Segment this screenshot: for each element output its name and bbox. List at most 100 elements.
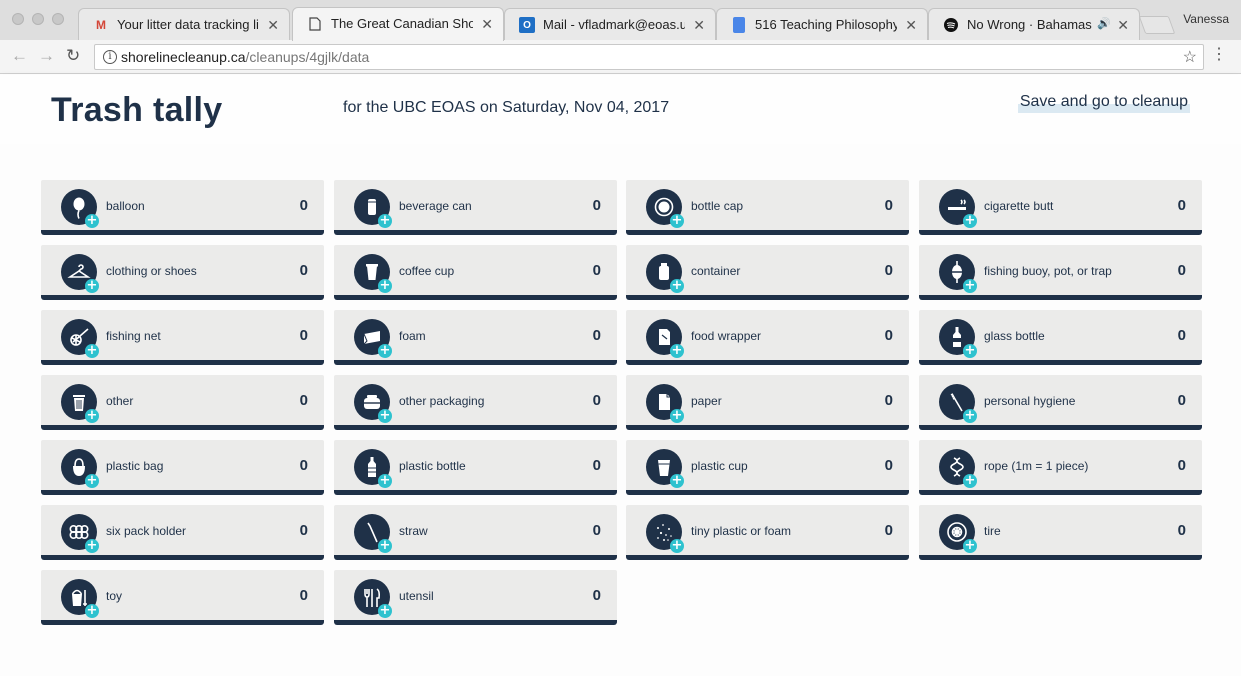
bookmark-star-icon[interactable]: ☆ (1183, 47, 1197, 67)
item-label: plastic bag (106, 459, 164, 473)
spotify-icon (943, 17, 959, 33)
item-card[interactable]: + food wrapper 0 (626, 310, 909, 365)
add-plus-icon[interactable]: + (963, 474, 977, 488)
add-plus-icon[interactable]: + (85, 214, 99, 228)
item-count: 0 (1177, 457, 1186, 474)
tab-title: 516 Teaching Philosophy - (755, 17, 897, 32)
item-label: fishing net (106, 329, 161, 343)
item-count: 0 (592, 392, 601, 409)
speaker-icon[interactable]: 🔊 (1097, 17, 1111, 30)
page-title: Trash tally (51, 91, 223, 129)
item-card[interactable]: + glass bottle 0 (919, 310, 1202, 365)
item-card[interactable]: + plastic bag 0 (41, 440, 324, 495)
item-count: 0 (1177, 262, 1186, 279)
save-and-go-button[interactable]: Save and go to cleanup (1017, 93, 1190, 113)
add-plus-icon[interactable]: + (670, 539, 684, 553)
add-plus-icon[interactable]: + (963, 409, 977, 423)
browser-tab-spotify[interactable]: No Wrong · Bahamas 🔊 ✕ (928, 8, 1140, 40)
item-card[interactable]: + other 0 (41, 375, 324, 430)
tab-title: No Wrong · Bahamas (967, 17, 1092, 32)
item-card[interactable]: + plastic cup 0 (626, 440, 909, 495)
item-card[interactable]: + clothing or shoes 0 (41, 245, 324, 300)
more-menu-icon[interactable]: ⋮ (1211, 47, 1227, 63)
item-card[interactable]: + fishing net 0 (41, 310, 324, 365)
add-plus-icon[interactable]: + (378, 409, 392, 423)
tab-close-icon[interactable]: ✕ (267, 17, 279, 34)
add-plus-icon[interactable]: + (963, 539, 977, 553)
add-plus-icon[interactable]: + (670, 214, 684, 228)
item-count: 0 (1177, 197, 1186, 214)
add-plus-icon[interactable]: + (670, 474, 684, 488)
add-plus-icon[interactable]: + (85, 604, 99, 618)
item-count: 0 (592, 522, 601, 539)
add-plus-icon[interactable]: + (963, 344, 977, 358)
item-card[interactable]: + fishing buoy, pot, or trap 0 (919, 245, 1202, 300)
item-card[interactable]: + tiny plastic or foam 0 (626, 505, 909, 560)
add-plus-icon[interactable]: + (670, 279, 684, 293)
url-text[interactable]: shorelinecleanup.ca/cleanups/4gjlk/data (121, 49, 369, 65)
window-zoom-button[interactable] (52, 13, 64, 25)
browser-tab-mail[interactable]: O Mail - vfladmark@eoas.ubc. ✕ (504, 8, 716, 40)
browser-tab-docs[interactable]: 516 Teaching Philosophy - ✕ (716, 8, 928, 40)
new-tab-button[interactable] (1138, 16, 1176, 34)
forward-arrow-icon[interactable]: → (38, 46, 55, 66)
item-label: paper (691, 394, 722, 408)
add-plus-icon[interactable]: + (85, 539, 99, 553)
item-count: 0 (299, 392, 308, 409)
item-card[interactable]: + rope (1m = 1 piece) 0 (919, 440, 1202, 495)
window-minimize-button[interactable] (32, 13, 44, 25)
item-card[interactable]: + foam 0 (334, 310, 617, 365)
add-plus-icon[interactable]: + (85, 279, 99, 293)
add-plus-icon[interactable]: + (85, 474, 99, 488)
item-card[interactable]: + plastic bottle 0 (334, 440, 617, 495)
profile-name[interactable]: Vanessa (1183, 12, 1229, 26)
browser-toolbar: ← → ↻ i shorelinecleanup.ca/cleanups/4gj… (0, 40, 1241, 74)
item-card[interactable]: + tire 0 (919, 505, 1202, 560)
browser-tab-gmail[interactable]: M Your litter data tracking link ✕ (78, 8, 290, 40)
add-plus-icon[interactable]: + (963, 279, 977, 293)
browser-tab-shoreline[interactable]: The Great Canadian Shoreline ✕ (292, 7, 504, 41)
item-count: 0 (299, 587, 308, 604)
item-count: 0 (1177, 327, 1186, 344)
item-label: six pack holder (106, 524, 187, 538)
reload-icon[interactable]: ↻ (66, 46, 80, 66)
add-plus-icon[interactable]: + (378, 214, 392, 228)
tab-close-icon[interactable]: ✕ (1117, 17, 1129, 34)
item-label: straw (399, 524, 428, 538)
add-plus-icon[interactable]: + (378, 604, 392, 618)
add-plus-icon[interactable]: + (378, 344, 392, 358)
info-icon[interactable]: i (103, 50, 117, 64)
item-card[interactable]: + balloon 0 (41, 180, 324, 235)
item-count: 0 (884, 262, 893, 279)
item-card[interactable]: + utensil 0 (334, 570, 617, 625)
add-plus-icon[interactable]: + (670, 409, 684, 423)
item-card[interactable]: + beverage can 0 (334, 180, 617, 235)
item-card[interactable]: + coffee cup 0 (334, 245, 617, 300)
tab-close-icon[interactable]: ✕ (481, 16, 493, 33)
item-card[interactable]: + bottle cap 0 (626, 180, 909, 235)
add-plus-icon[interactable]: + (378, 539, 392, 553)
item-card[interactable]: + personal hygiene 0 (919, 375, 1202, 430)
item-card[interactable]: + container 0 (626, 245, 909, 300)
add-plus-icon[interactable]: + (963, 214, 977, 228)
item-card[interactable]: + cigarette butt 0 (919, 180, 1202, 235)
add-plus-icon[interactable]: + (85, 409, 99, 423)
item-label: tire (984, 524, 1001, 538)
tab-close-icon[interactable]: ✕ (905, 17, 917, 34)
item-card[interactable]: + paper 0 (626, 375, 909, 430)
page-header: Trash tally for the UBC EOAS on Saturday… (0, 75, 1241, 144)
item-card[interactable]: + six pack holder 0 (41, 505, 324, 560)
item-card[interactable]: + other packaging 0 (334, 375, 617, 430)
add-plus-icon[interactable]: + (378, 279, 392, 293)
window-close-button[interactable] (12, 13, 24, 25)
item-card[interactable]: + toy 0 (41, 570, 324, 625)
item-label: food wrapper (691, 329, 762, 343)
add-plus-icon[interactable]: + (670, 344, 684, 358)
add-plus-icon[interactable]: + (378, 474, 392, 488)
tab-close-icon[interactable]: ✕ (693, 17, 705, 34)
add-plus-icon[interactable]: + (85, 344, 99, 358)
back-arrow-icon[interactable]: ← (11, 46, 28, 66)
item-label: plastic cup (691, 459, 748, 473)
address-bar[interactable]: i shorelinecleanup.ca/cleanups/4gjlk/dat… (94, 44, 1204, 70)
item-card[interactable]: + straw 0 (334, 505, 617, 560)
